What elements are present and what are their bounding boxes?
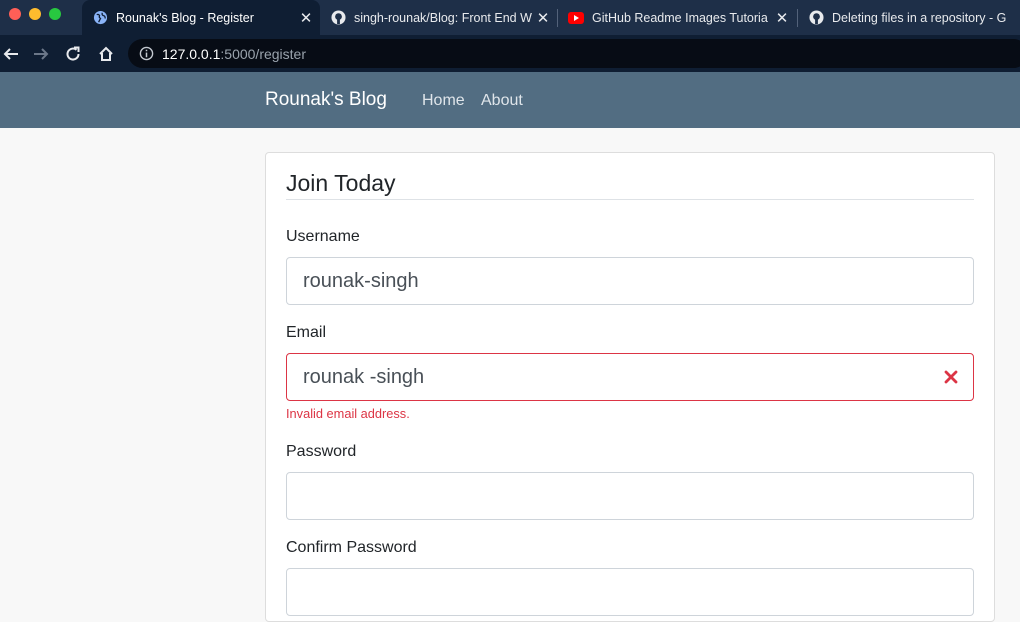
window-close-button[interactable] [9,8,21,20]
site-navbar: Rounak's Blog Home About [0,72,1020,128]
brand-link[interactable]: Rounak's Blog [265,89,387,111]
youtube-icon [568,10,584,26]
window-zoom-button[interactable] [49,8,61,20]
email-input[interactable]: rounak -singh [286,353,974,401]
home-button[interactable] [95,43,117,65]
window-minimize-button[interactable] [29,8,41,20]
confirm-password-label: Confirm Password [286,539,417,556]
form-legend: Join Today [286,170,396,196]
url-path: :5000/register [220,45,306,62]
password-input[interactable] [286,472,974,520]
globe-icon [92,10,108,26]
back-button[interactable] [0,43,22,65]
invalid-x-icon [941,367,961,387]
email-error-message: Invalid email address. [286,406,410,421]
email-label: Email [286,324,327,341]
reload-button[interactable] [62,43,84,65]
nav-home-link[interactable]: Home [422,92,465,110]
tab-close-icon[interactable]: ✕ [298,9,314,27]
tab-title: singh-rounak/Blog: Front End W [354,10,532,25]
tab-title: GitHub Readme Images Tutoria [592,10,768,25]
url-host: 127.0.0.1 [162,45,221,62]
username-input[interactable]: rounak-singh [286,257,974,305]
forward-button[interactable] [30,43,52,65]
tab-close-icon[interactable]: ✕ [774,9,790,27]
info-icon[interactable] [138,46,154,62]
tab-youtube[interactable]: GitHub Readme Images Tutoria ✕ [558,0,796,35]
tab-close-icon[interactable]: ✕ [535,9,551,27]
tab-title: Deleting files in a repository - G [832,10,1007,25]
username-label: Username [286,228,360,245]
browser-tab-bar: Rounak's Blog - Register ✕ singh-rounak/… [0,0,1020,35]
register-form-card: Join Today Username rounak-singh Email r… [265,152,995,622]
tab-register[interactable]: Rounak's Blog - Register ✕ [82,0,320,35]
email-value: rounak -singh [303,365,425,388]
nav-about-link[interactable]: About [481,92,523,110]
browser-toolbar: 127.0.0.1:5000/register [0,35,1020,72]
username-value: rounak-singh [303,269,419,292]
address-bar[interactable]: 127.0.0.1:5000/register [128,39,1020,68]
url-text: 127.0.0.1:5000/register [162,46,306,62]
github-icon [808,10,824,26]
tab-github-docs[interactable]: Deleting files in a repository - G [798,0,1020,35]
github-icon [330,10,346,26]
tab-title: Rounak's Blog - Register [116,10,254,25]
tab-github-repo[interactable]: singh-rounak/Blog: Front End W ✕ [320,0,557,35]
password-label: Password [286,443,357,460]
legend-divider [286,199,974,200]
